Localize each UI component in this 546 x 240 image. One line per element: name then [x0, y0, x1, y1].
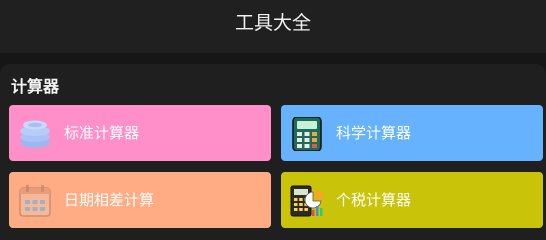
scientific-calculator-card[interactable]: 科学计算器: [281, 105, 543, 161]
page-title: 工具大全: [234, 12, 311, 34]
date-difference-card[interactable]: 日期相差计算: [9, 172, 271, 228]
coins-icon: [17, 117, 53, 151]
calculator-icon: [289, 117, 325, 151]
tax-calculator-icon: [289, 184, 325, 218]
card-label: 日期相差计算: [64, 191, 155, 209]
calendar-icon: [17, 184, 53, 218]
income-tax-calculator-card[interactable]: 个税计算器: [281, 172, 543, 228]
card-label: 标准计算器: [64, 124, 140, 142]
card-label: 科学计算器: [336, 124, 412, 142]
app-header: 工具大全: [0, 0, 546, 53]
calculator-section: 计算器 标准计算器 科学计算器 日期相差计算 个税计算器: [0, 64, 546, 240]
section-title: 计算器: [11, 77, 60, 96]
card-label: 个税计算器: [336, 191, 412, 209]
standard-calculator-card[interactable]: 标准计算器: [9, 105, 271, 161]
